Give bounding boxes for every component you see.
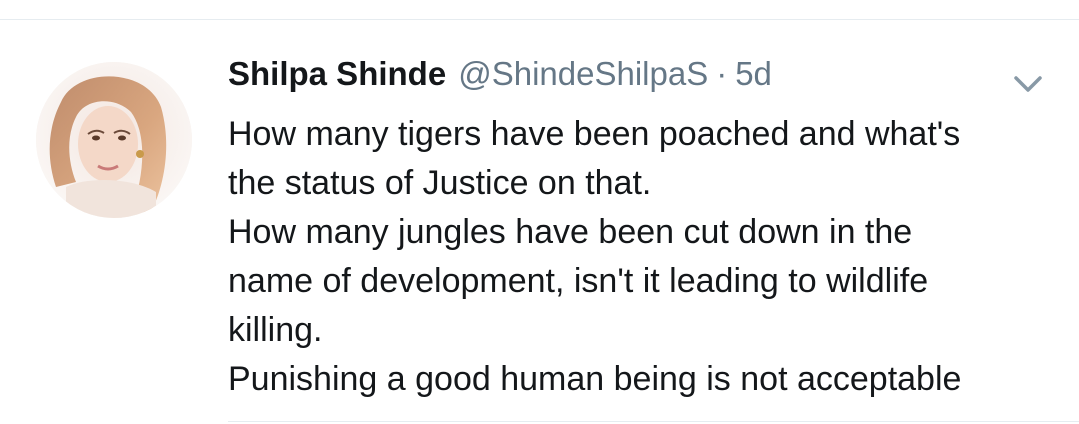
avatar[interactable] [36,62,192,218]
tweet-text: How many tigers have been poached and wh… [228,110,1058,404]
timestamp[interactable]: 5d [735,52,772,96]
author-handle[interactable]: @ShindeShilpaS [458,52,708,96]
tweet-text-line: the status of Justice on that. [228,164,652,202]
chevron-down-icon[interactable] [1012,72,1044,96]
tweet-text-line: name of development, isn't it leading to… [228,262,929,300]
tweet-text-line: How many tigers have been poached and wh… [228,115,961,153]
tweet-header: Shilpa Shinde @ShindeShilpaS · 5d [228,52,1058,96]
tweet[interactable]: Shilpa Shinde @ShindeShilpaS · 5d How ma… [228,52,1058,404]
top-divider [0,19,1079,20]
bottom-divider [228,421,1079,422]
tweet-text-line: How many jungles have been cut down in t… [228,213,913,251]
separator-dot: · [716,55,728,92]
author-name[interactable]: Shilpa Shinde [228,52,446,96]
avatar-image [36,62,192,218]
tweet-text-line: killing. [228,311,323,349]
tweet-text-line: Punishing a good human being is not acce… [228,360,962,398]
